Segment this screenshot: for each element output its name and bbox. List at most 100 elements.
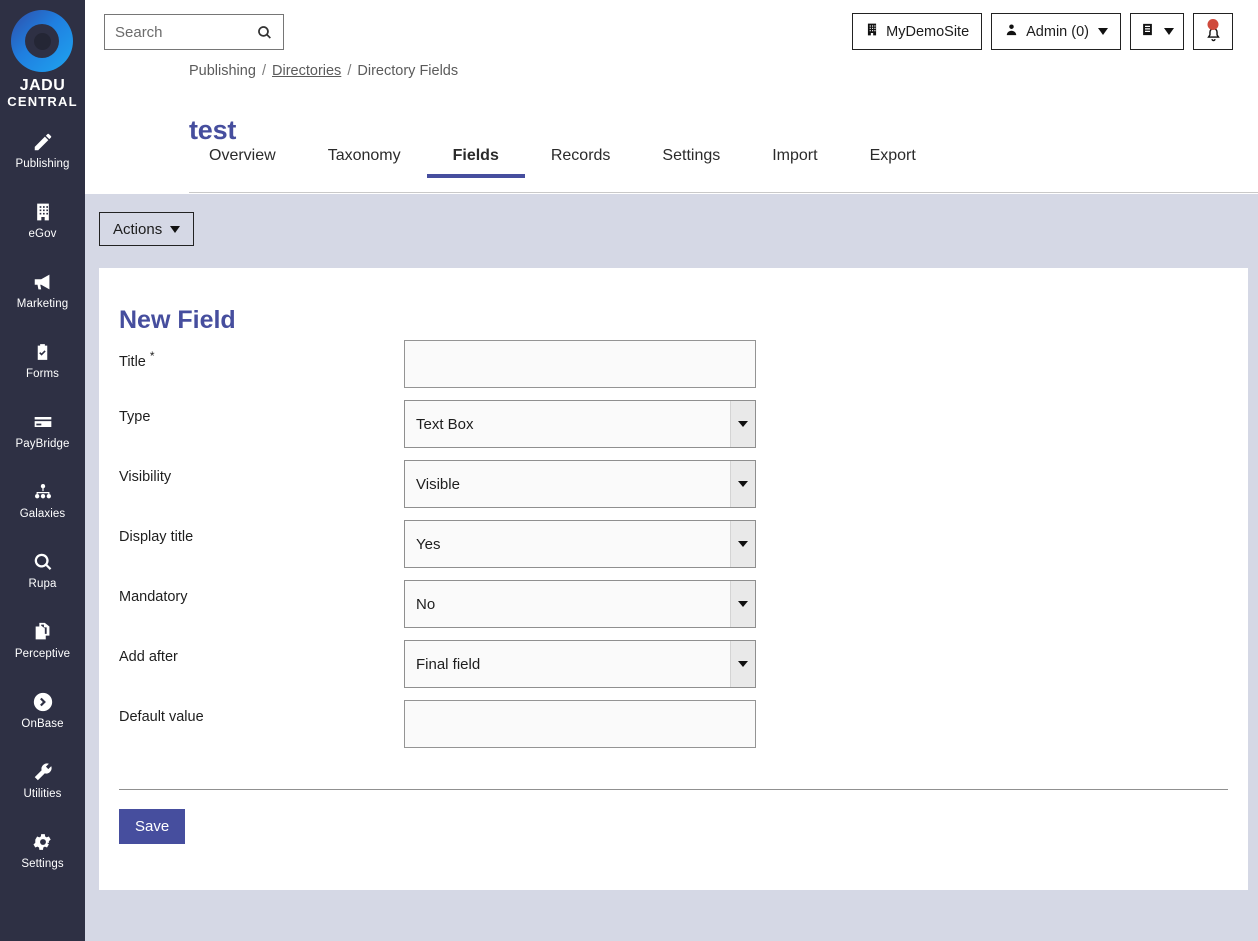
sidebar-item-paybridge[interactable]: PayBridge <box>0 401 85 458</box>
type-select[interactable]: Text Box <box>404 400 756 448</box>
breadcrumb: Publishing / Directories / Directory Fie… <box>189 63 458 79</box>
search-box[interactable] <box>104 14 284 50</box>
gear-icon <box>30 830 56 854</box>
sidebar-item-label: OnBase <box>21 718 64 731</box>
notification-badge <box>1207 19 1219 30</box>
save-button[interactable]: Save <box>119 809 186 844</box>
sidebar-item-forms[interactable]: Forms <box>0 331 85 388</box>
actions-dropdown-button[interactable]: Actions <box>99 212 195 246</box>
breadcrumb-item-publishing: Publishing <box>189 63 256 79</box>
form-row-mandatory: Mandatory No <box>119 580 1228 628</box>
display-title-select[interactable]: Yes <box>404 520 756 568</box>
display-title-select-value: Yes <box>416 535 441 553</box>
application-root: JADU CENTRAL Publishing eGov Marketing F… <box>0 0 1258 941</box>
brand-logo[interactable]: JADU CENTRAL <box>7 10 78 108</box>
chevron-down-icon[interactable] <box>730 521 755 567</box>
new-field-form: Title * Type Text Box Visibility Visible… <box>119 340 1228 760</box>
sidebar-item-label: Galaxies <box>19 508 66 521</box>
sidebar-item-label: Perceptive <box>14 648 71 661</box>
sidebar-item-galaxies[interactable]: Galaxies <box>0 471 85 528</box>
docs-menu-button[interactable] <box>1130 13 1184 50</box>
breadcrumb-link-directories[interactable]: Directories <box>272 63 341 79</box>
tab-records[interactable]: Records <box>525 148 637 178</box>
primary-sidebar: JADU CENTRAL Publishing eGov Marketing F… <box>0 0 85 941</box>
page-title: test <box>189 115 237 146</box>
sidebar-item-utilities[interactable]: Utilities <box>0 751 85 808</box>
form-divider <box>119 789 1228 790</box>
tab-export[interactable]: Export <box>844 148 942 178</box>
brand-name-line2: CENTRAL <box>7 93 78 109</box>
field-label-type: Type <box>119 409 151 425</box>
breadcrumb-item-directory-fields: Directory Fields <box>357 63 459 79</box>
sidebar-item-label: Rupa <box>28 578 57 591</box>
sidebar-item-label: Marketing <box>16 298 69 311</box>
sidebar-item-label: PayBridge <box>15 438 70 451</box>
sidebar-item-rupa[interactable]: Rupa <box>0 541 85 598</box>
tab-overview[interactable]: Overview <box>189 148 302 178</box>
visibility-select[interactable]: Visible <box>404 460 756 508</box>
add-after-select[interactable]: Final field <box>404 640 756 688</box>
form-row-title: Title * <box>119 340 1228 388</box>
page-header: MyDemoSite Admin (0) <box>85 0 1258 194</box>
sidebar-item-settings[interactable]: Settings <box>0 821 85 878</box>
default-value-input[interactable] <box>404 700 756 748</box>
sitemap-icon <box>30 480 56 504</box>
form-row-add-after: Add after Final field <box>119 640 1228 688</box>
user-menu-button[interactable]: Admin (0) <box>991 13 1121 50</box>
new-field-panel: New Field Title * Type Text Box Visibili… <box>99 268 1248 890</box>
tab-bar: Overview Taxonomy Fields Records Setting… <box>189 148 942 178</box>
notifications-button[interactable] <box>1193 13 1233 50</box>
user-menu-label: Admin (0) <box>1026 23 1089 40</box>
mandatory-select-value: No <box>416 595 436 613</box>
main-region: MyDemoSite Admin (0) <box>85 0 1258 941</box>
sidebar-item-marketing[interactable]: Marketing <box>0 261 85 318</box>
jadu-ring-icon <box>11 10 74 72</box>
chevron-down-icon[interactable] <box>730 401 755 447</box>
chevron-down-icon[interactable] <box>730 581 755 627</box>
breadcrumb-separator: / <box>347 63 352 79</box>
circle-arrow-right-icon <box>30 690 56 714</box>
tab-import[interactable]: Import <box>746 148 843 178</box>
chevron-down-icon <box>170 225 181 233</box>
sidebar-item-perceptive[interactable]: Perceptive <box>0 611 85 668</box>
field-label-display-title: Display title <box>119 529 194 545</box>
brand-name-line1: JADU <box>19 77 66 94</box>
sidebar-item-label: Forms <box>25 368 60 381</box>
content-toolbar: Actions <box>85 194 1258 268</box>
chevron-down-icon[interactable] <box>730 641 755 687</box>
brand-name: JADU CENTRAL <box>7 77 78 109</box>
tab-bar-divider <box>189 192 1258 193</box>
tab-settings[interactable]: Settings <box>636 148 746 178</box>
sidebar-item-onbase[interactable]: OnBase <box>0 681 85 738</box>
chevron-down-icon[interactable] <box>730 461 755 507</box>
tab-taxonomy[interactable]: Taxonomy <box>302 148 427 178</box>
credit-card-icon <box>30 410 56 434</box>
sidebar-item-publishing[interactable]: Publishing <box>0 121 85 178</box>
sidebar-item-label: Utilities <box>23 788 62 801</box>
field-label-visibility: Visibility <box>119 469 172 485</box>
clipboard-check-icon <box>30 340 56 364</box>
tab-fields[interactable]: Fields <box>426 148 526 178</box>
chevron-down-icon <box>1098 28 1108 35</box>
type-select-value: Text Box <box>416 415 474 433</box>
wrench-icon <box>30 760 56 784</box>
actions-label: Actions <box>113 220 163 238</box>
mandatory-select[interactable]: No <box>404 580 756 628</box>
sidebar-item-egov[interactable]: eGov <box>0 191 85 248</box>
search-input[interactable] <box>105 23 256 41</box>
site-selector-button[interactable]: MyDemoSite <box>852 13 983 50</box>
form-row-type: Type Text Box <box>119 400 1228 448</box>
visibility-select-value: Visible <box>416 475 460 493</box>
building-icon <box>865 21 879 42</box>
field-label-add-after: Add after <box>119 649 178 665</box>
header-button-group: MyDemoSite Admin (0) <box>852 13 1233 50</box>
search-icon[interactable] <box>256 24 283 41</box>
title-input[interactable] <box>404 340 756 388</box>
sidebar-item-label: Publishing <box>15 158 70 171</box>
sidebar-item-label: eGov <box>28 228 57 241</box>
magnifier-icon <box>30 550 56 574</box>
sidebar-item-label: Settings <box>21 858 64 871</box>
pencil-icon <box>30 130 56 154</box>
breadcrumb-separator: / <box>261 63 266 79</box>
person-icon <box>1004 21 1019 42</box>
